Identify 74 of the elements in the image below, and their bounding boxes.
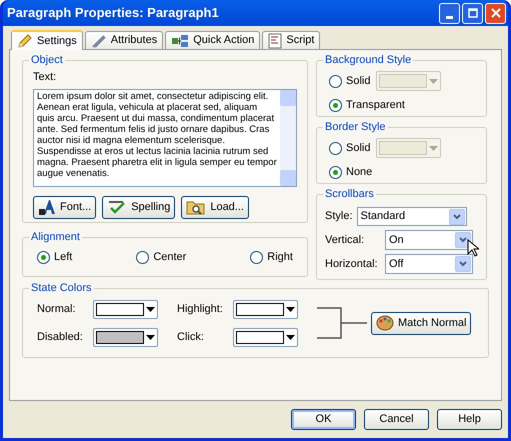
palette-icon [376, 315, 394, 331]
match-normal-button[interactable]: Match Normal [371, 312, 472, 334]
folder-search-icon [186, 199, 206, 215]
pencil-icon [17, 33, 33, 49]
blocks-icon [171, 34, 190, 48]
caret-down-icon [146, 306, 155, 312]
close-button[interactable] [485, 2, 506, 24]
text-area[interactable] [33, 88, 297, 186]
toolbar-button[interactable]: Spelling [102, 196, 176, 218]
paragraph-text: Lorem ipsum dolor sit amet, consectetur adipiscing elit. Aenean erat ligula, vehicula at placerat sed, aliquam quis arcu. Praesent ut dui massa, condimentum placerat ante. Sed fermentum felis id justo ornare dapibus. Cras auctor nisi id magna elementum scelerisque. Suspendisse at eros ut lectus lacinia lacinia rutrum sed magna. Praesent pharetra elit in ligula semper eu tempor augue venenatis. [36, 90, 278, 178]
chevron-down-icon [459, 237, 467, 243]
radio-label: Transparent [346, 98, 405, 113]
color-picker[interactable] [93, 328, 158, 346]
minimize-button[interactable] [439, 2, 460, 24]
dropdown[interactable]: Off [385, 254, 473, 274]
maximize-button[interactable] [462, 2, 483, 24]
radio-button[interactable] [37, 250, 50, 264]
group-title: Border Style [323, 120, 388, 134]
bracket-connector [317, 307, 367, 339]
radio-button[interactable] [329, 98, 342, 112]
radio-label: Solid [346, 74, 370, 89]
radio-label: Center [153, 250, 186, 265]
color-picker[interactable] [233, 328, 298, 346]
field-label: Vertical: [325, 232, 366, 248]
tab[interactable]: Quick Action [165, 31, 260, 49]
color-picker[interactable] [233, 300, 298, 318]
color-label: Click: [177, 330, 205, 345]
caret-down-icon [429, 78, 438, 84]
radio-button[interactable] [329, 142, 342, 154]
maximize-icon [468, 8, 478, 18]
caret-down-icon [429, 146, 438, 150]
dropdown-arrow-button[interactable] [448, 208, 465, 224]
color-label: Highlight: [177, 302, 224, 317]
dialog-button[interactable]: Help [437, 409, 502, 430]
radio-button[interactable] [329, 166, 342, 179]
color-label: Normal: [37, 302, 77, 317]
radio-button[interactable] [136, 250, 150, 264]
mouse-cursor-icon [467, 239, 479, 257]
dialog-button[interactable]: OK [291, 409, 356, 430]
radio-button[interactable] [250, 250, 264, 264]
radio-label: Right [267, 250, 293, 265]
group-title: Background Style [323, 53, 414, 67]
chevron-down-icon [459, 261, 467, 267]
spell-check-icon [107, 199, 128, 215]
radio-button[interactable] [329, 74, 342, 88]
radio-label: None [346, 165, 372, 180]
toolbar-button[interactable]: Font... [33, 196, 96, 218]
group-title: Object [29, 53, 65, 67]
toolbar-button[interactable]: Load... [181, 196, 249, 218]
dropdown[interactable]: On [385, 230, 473, 250]
chevron-down-icon [452, 214, 461, 220]
text-label: Text: [33, 70, 58, 85]
caret-down-icon [286, 334, 295, 340]
tab[interactable]: Script [262, 31, 320, 49]
dialog-button[interactable]: Cancel [364, 409, 429, 430]
script-icon [268, 32, 282, 48]
font-icon [38, 198, 56, 216]
color-label: Disabled: [37, 330, 84, 345]
radio-label: Solid [346, 140, 370, 156]
tab[interactable]: Attributes [84, 31, 164, 49]
tools-icon [90, 32, 107, 48]
dropdown[interactable]: Standard [356, 207, 467, 226]
scrollbar[interactable] [280, 90, 296, 186]
radio-label: Left [54, 250, 72, 265]
window-title: Paragraph Properties: Paragraph1 [7, 4, 219, 22]
close-icon [490, 8, 500, 18]
caret-down-icon [286, 306, 295, 312]
tab[interactable]: Settings [11, 30, 83, 50]
field-label: Style: [325, 209, 353, 224]
group-title: Alignment [29, 230, 82, 244]
color-picker[interactable] [93, 300, 158, 318]
caret-down-icon [146, 334, 155, 340]
field-label: Horizontal: [325, 256, 379, 272]
minimize-icon [446, 16, 453, 18]
